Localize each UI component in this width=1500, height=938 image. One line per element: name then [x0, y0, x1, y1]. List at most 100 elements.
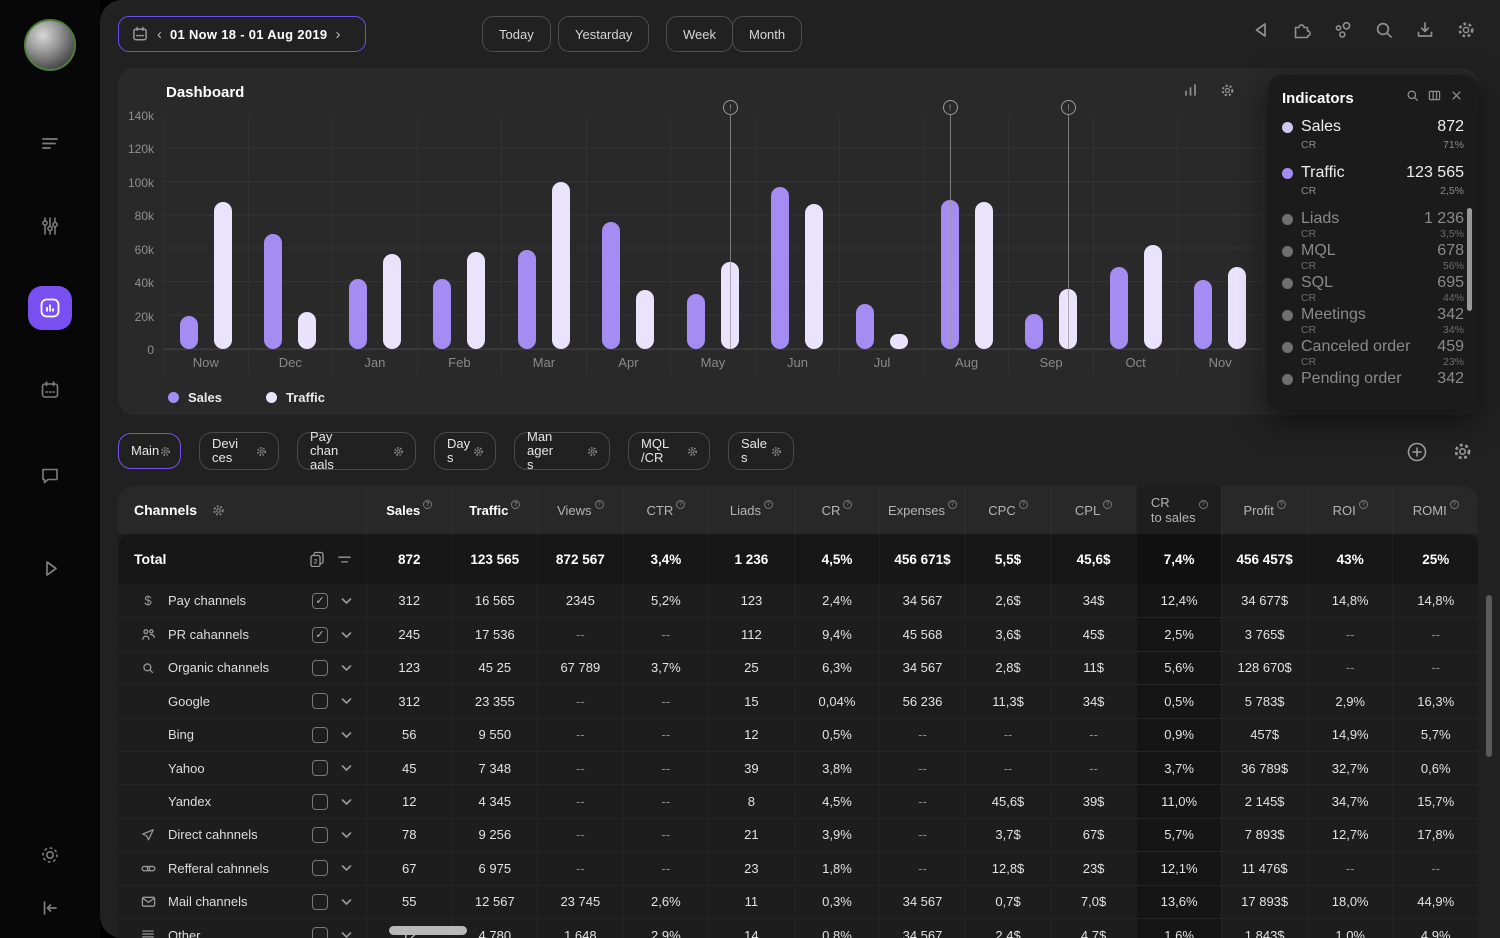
row-checkbox[interactable] [312, 927, 328, 938]
tab-gear-icon[interactable] [686, 445, 699, 458]
filter-tab-day-s[interactable]: Day s [434, 432, 496, 470]
filter-tab-pay-chan-aals[interactable]: Pay chan aals [297, 432, 416, 470]
row-checkbox[interactable]: ✓ [312, 593, 328, 609]
column-header-profit[interactable]: Profit? [1221, 486, 1307, 534]
filter-tab-man-ager-s[interactable]: Man ager s [514, 432, 610, 470]
tab-gear-icon[interactable] [392, 445, 405, 458]
column-header-roi[interactable]: ROI? [1307, 486, 1393, 534]
annotation-marker-icon[interactable]: ! [943, 100, 958, 115]
column-header-liads[interactable]: Liads? [708, 486, 794, 534]
filter-settings-gear-icon[interactable] [1451, 440, 1474, 469]
back-icon[interactable] [1249, 18, 1273, 42]
annotation-marker-icon[interactable]: ! [1061, 100, 1076, 115]
month-button[interactable]: Month [732, 16, 802, 52]
collapse-sidebar-icon[interactable] [0, 886, 100, 930]
column-header-cpl[interactable]: CPL? [1050, 486, 1136, 534]
row-expand-chevron-icon[interactable] [341, 731, 352, 739]
row-expand-chevron-icon[interactable] [341, 898, 352, 906]
brightness-icon[interactable] [0, 833, 100, 877]
row-checkbox[interactable] [312, 693, 328, 709]
filter-tab-devi-ces[interactable]: Devi ces [199, 432, 279, 470]
play-icon[interactable] [0, 546, 100, 590]
legend-item-sales[interactable]: Sales [168, 390, 222, 405]
copy-columns-icon[interactable]: 2 [309, 551, 325, 567]
channels-settings-gear-icon[interactable] [211, 503, 226, 518]
indicators-scrollbar[interactable] [1467, 208, 1472, 311]
tab-gear-icon[interactable] [255, 445, 268, 458]
horizontal-scrollbar[interactable] [389, 926, 467, 935]
filter-tab-mql-/cr[interactable]: MQL /CR [628, 432, 710, 470]
table-row-bing[interactable]: Bing569 550----120,5%------0,9%457$14,9%… [118, 718, 1478, 751]
indicator-item-mql[interactable]: MQL678CR56% [1282, 242, 1464, 272]
column-header-views[interactable]: Views? [537, 486, 623, 534]
indicator-item-liads[interactable]: Liads1 236CR3,5% [1282, 210, 1464, 240]
indicator-item-meetings[interactable]: Meetings342CR34% [1282, 306, 1464, 336]
row-checkbox[interactable] [312, 860, 328, 876]
indicator-item-canceled-order[interactable]: Canceled order459CR23% [1282, 338, 1464, 368]
filter-tab-main[interactable]: Main [118, 433, 181, 469]
filters-sliders-icon[interactable] [0, 204, 100, 248]
row-expand-chevron-icon[interactable] [341, 664, 352, 672]
download-icon[interactable] [1413, 18, 1437, 42]
date-prev-icon[interactable]: ‹ [157, 26, 162, 43]
column-header-romi[interactable]: ROMI? [1392, 486, 1478, 534]
column-info-icon[interactable]: ? [843, 500, 852, 509]
indicators-search-icon[interactable] [1405, 88, 1420, 108]
row-expand-chevron-icon[interactable] [341, 697, 352, 705]
column-info-icon[interactable]: ? [1103, 500, 1112, 509]
row-checkbox[interactable] [312, 794, 328, 810]
column-header-cr-to-sales[interactable]: CR to sales? [1136, 486, 1222, 534]
column-info-icon[interactable]: ? [764, 500, 773, 509]
column-info-icon[interactable]: ? [1359, 500, 1368, 509]
add-view-button[interactable] [1405, 440, 1429, 469]
table-row-organic-channels[interactable]: Organic channels12345 2567 7893,7%256,3%… [118, 651, 1478, 684]
row-expand-chevron-icon[interactable] [341, 864, 352, 872]
table-row-refferal-cahnnels[interactable]: Refferal cahnnels676 975----231,8%--12,8… [118, 851, 1478, 884]
column-info-icon[interactable]: ? [676, 500, 685, 509]
tab-gear-icon[interactable] [472, 445, 485, 458]
row-checkbox[interactable] [312, 760, 328, 776]
chat-icon[interactable] [0, 453, 100, 497]
row-checkbox[interactable]: ✓ [312, 627, 328, 643]
table-row-pr-cahannels[interactable]: PR cahannels✓24517 536----1129,4%45 5683… [118, 617, 1478, 650]
row-checkbox[interactable] [312, 727, 328, 743]
search-icon[interactable] [1372, 18, 1396, 42]
table-row-mail-channels[interactable]: Mail channels5512 56723 7452,6%110,3%34 … [118, 885, 1478, 918]
filter-tab-sale-s[interactable]: Sale s [728, 432, 794, 470]
date-next-icon[interactable]: › [335, 26, 340, 43]
column-info-icon[interactable]: ? [1277, 500, 1286, 509]
column-info-icon[interactable]: ? [423, 500, 432, 509]
column-info-icon[interactable]: ? [595, 500, 604, 509]
row-checkbox[interactable] [312, 827, 328, 843]
column-info-icon[interactable]: ? [948, 500, 957, 509]
column-header-traffic[interactable]: Traffic? [452, 486, 538, 534]
row-checkbox[interactable] [312, 894, 328, 910]
column-header-expenses[interactable]: Expenses? [879, 486, 965, 534]
yesterday-button[interactable]: Yestarday [558, 16, 649, 52]
calendar-icon[interactable] [0, 368, 100, 412]
share-graph-icon[interactable] [1331, 18, 1355, 42]
table-row-pay-channels[interactable]: $Pay channels✓31216 56523455,2%1232,4%34… [118, 584, 1478, 617]
column-info-icon[interactable]: ? [1199, 500, 1208, 509]
row-expand-chevron-icon[interactable] [341, 597, 352, 605]
indicator-item-sales[interactable]: Sales872CR71% [1282, 118, 1464, 151]
table-row-other[interactable]: Other124 7801 6482,9%140,8%34 5672,4$4,7… [118, 918, 1478, 938]
filter-rows-icon[interactable] [337, 552, 352, 567]
week-button[interactable]: Week [666, 16, 733, 52]
table-row-direct-cahnnels[interactable]: Direct cahnnels789 256----213,9%--3,7$67… [118, 818, 1478, 851]
row-checkbox[interactable] [312, 660, 328, 676]
indicator-item-traffic[interactable]: Traffic123 565CR2,5% [1282, 164, 1464, 197]
column-header-ctr[interactable]: CTR? [623, 486, 709, 534]
indicator-item-sql[interactable]: SQL695CR44% [1282, 274, 1464, 304]
table-row-yahoo[interactable]: Yahoo457 348----393,8%------3,7%36 789$3… [118, 751, 1478, 784]
column-header-cpc[interactable]: CPC? [965, 486, 1051, 534]
tab-gear-icon[interactable] [159, 445, 172, 458]
indicators-table-icon[interactable] [1427, 88, 1442, 108]
tab-gear-icon[interactable] [770, 445, 783, 458]
row-expand-chevron-icon[interactable] [341, 764, 352, 772]
column-header-cr[interactable]: CR? [794, 486, 880, 534]
indicator-item-pending-order[interactable]: Pending order342 [1282, 370, 1464, 388]
tab-gear-icon[interactable] [586, 445, 599, 458]
column-info-icon[interactable]: ? [1450, 500, 1459, 509]
table-row-yandex[interactable]: Yandex124 345----84,5%--45,6$39$11,0%2 1… [118, 784, 1478, 817]
